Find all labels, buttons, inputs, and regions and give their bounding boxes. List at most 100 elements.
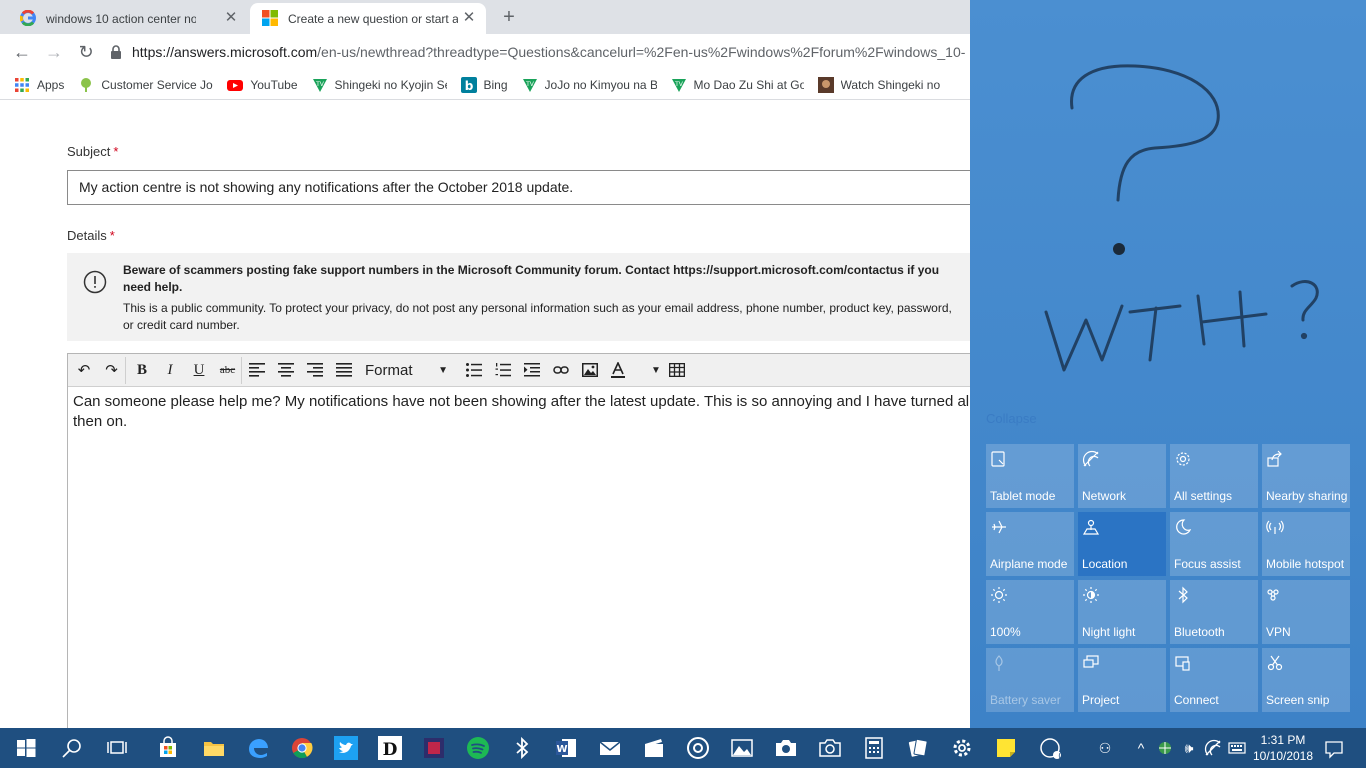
bold-icon[interactable]: B bbox=[128, 357, 156, 384]
sticky-notes-icon[interactable] bbox=[994, 736, 1018, 760]
quick-action-screen-snip[interactable]: Screen snip bbox=[1262, 648, 1350, 712]
quick-action-focus-assist[interactable]: Focus assist bbox=[1170, 512, 1258, 576]
undo-icon[interactable]: ↶ bbox=[70, 357, 98, 384]
edge-icon[interactable] bbox=[246, 736, 270, 760]
bookmark-jojo[interactable]: TV JoJo no Kimyou na Bo bbox=[522, 77, 657, 93]
quick-action-mobile-hotspot[interactable]: Mobile hotspot bbox=[1262, 512, 1350, 576]
strikethrough-icon[interactable]: abc bbox=[214, 357, 242, 384]
bookmark-youtube[interactable]: YouTube bbox=[227, 77, 298, 93]
quick-action-all-settings[interactable]: All settings bbox=[1170, 444, 1258, 508]
quick-action-nearby-sharing[interactable]: Nearby sharing bbox=[1262, 444, 1350, 508]
collapse-link[interactable]: Collapse bbox=[986, 411, 1037, 426]
windows-start-icon[interactable] bbox=[14, 736, 38, 760]
svg-text:TV: TV bbox=[525, 81, 535, 88]
required-marker: * bbox=[109, 228, 115, 243]
wifi-icon[interactable] bbox=[1204, 739, 1222, 757]
quick-action-airplane-mode[interactable]: Airplane mode bbox=[986, 512, 1074, 576]
tab-microsoft-community[interactable]: Create a new question or start a ✕ bbox=[250, 3, 486, 34]
word-icon[interactable]: W bbox=[554, 736, 578, 760]
bookmark-bing[interactable]: b Bing bbox=[460, 76, 508, 93]
rich-text-editor: ↶ ↷ B I U abc Format ▼ ▼ Can someone ple… bbox=[67, 353, 970, 728]
align-left-icon[interactable] bbox=[243, 357, 271, 384]
apps-grid-icon bbox=[15, 77, 29, 92]
tab-google-search[interactable]: windows 10 action center notific ✕ bbox=[8, 3, 248, 34]
underline-icon[interactable]: U bbox=[185, 357, 213, 384]
bookmark-shingeki[interactable]: TV Shingeki no Kyojin Se bbox=[312, 77, 447, 93]
task-view-icon[interactable] bbox=[106, 736, 130, 760]
quick-action-brightness[interactable]: 100% bbox=[986, 580, 1074, 644]
search-icon[interactable] bbox=[60, 736, 84, 760]
groove-music-icon[interactable] bbox=[686, 736, 710, 760]
twitter-icon[interactable] bbox=[334, 736, 358, 760]
quick-action-location[interactable]: Location bbox=[1078, 512, 1166, 576]
chevron-up-icon[interactable]: ^ bbox=[1132, 739, 1150, 757]
google-icon bbox=[20, 10, 36, 26]
app-d-icon[interactable]: D bbox=[378, 736, 402, 760]
bookmark-apps[interactable]: Apps bbox=[14, 77, 64, 93]
photos-icon[interactable] bbox=[730, 736, 754, 760]
quick-action-project[interactable]: Project bbox=[1078, 648, 1166, 712]
link-icon[interactable] bbox=[547, 357, 575, 384]
mail-icon[interactable] bbox=[598, 736, 622, 760]
tile-label: All settings bbox=[1174, 489, 1233, 503]
bookmark-customer-service[interactable]: Customer Service Job bbox=[78, 77, 213, 93]
close-tab-icon[interactable]: ✕ bbox=[222, 9, 240, 27]
solitaire-icon[interactable] bbox=[906, 736, 930, 760]
bluetooth-app-icon[interactable] bbox=[510, 736, 534, 760]
people-icon[interactable]: ⚇ bbox=[1096, 739, 1114, 757]
quick-action-connect[interactable]: Connect bbox=[1170, 648, 1258, 712]
chrome-icon[interactable] bbox=[290, 736, 314, 760]
subject-input[interactable]: My action centre is not showing any noti… bbox=[67, 170, 970, 205]
details-label-text: Details bbox=[67, 228, 107, 243]
browser-tab-strip: windows 10 action center notific ✕ Creat… bbox=[0, 0, 970, 34]
action-center-icon[interactable] bbox=[1324, 739, 1344, 759]
forward-arrow-icon[interactable]: → bbox=[42, 40, 66, 64]
close-tab-icon[interactable]: ✕ bbox=[460, 9, 478, 27]
image-icon[interactable] bbox=[576, 357, 604, 384]
volume-icon[interactable]: 🕪 bbox=[1180, 739, 1198, 757]
new-tab-button[interactable]: + bbox=[498, 6, 520, 28]
settings-gear-icon[interactable] bbox=[950, 736, 974, 760]
font-color-icon[interactable] bbox=[604, 357, 632, 384]
quick-action-vpn[interactable]: VPN bbox=[1262, 580, 1350, 644]
moon-icon bbox=[1176, 519, 1192, 535]
table-icon[interactable] bbox=[663, 357, 691, 384]
numbered-list-icon[interactable] bbox=[489, 357, 517, 384]
format-dropdown[interactable]: Format ▼ bbox=[358, 357, 458, 384]
bullet-list-icon[interactable] bbox=[460, 357, 488, 384]
quick-action-night-light[interactable]: Night light bbox=[1078, 580, 1166, 644]
address-bar[interactable]: https://answers.microsoft.com/en-us/newt… bbox=[110, 38, 970, 66]
justify-icon[interactable] bbox=[330, 357, 358, 384]
redo-icon[interactable]: ↷ bbox=[98, 357, 126, 384]
spotify-icon[interactable] bbox=[466, 736, 490, 760]
action-center-panel: Collapse Tablet mode Network All setting… bbox=[970, 0, 1366, 728]
indent-icon[interactable] bbox=[518, 357, 546, 384]
align-center-icon[interactable] bbox=[272, 357, 300, 384]
calculator-icon[interactable] bbox=[862, 736, 886, 760]
vpn-icon bbox=[1267, 589, 1279, 601]
quick-action-bluetooth[interactable]: Bluetooth bbox=[1170, 580, 1258, 644]
back-arrow-icon[interactable]: ← bbox=[10, 40, 34, 64]
editor-body[interactable]: Can someone please help me? My notificat… bbox=[73, 392, 970, 432]
keyboard-icon[interactable] bbox=[1228, 739, 1246, 757]
reload-icon[interactable]: ↻ bbox=[74, 40, 98, 64]
camera-app-icon[interactable] bbox=[774, 736, 798, 760]
tile-label: Airplane mode bbox=[990, 557, 1068, 571]
bookmark-mo-dao-zu-shi[interactable]: TV Mo Dao Zu Shi at Go bbox=[671, 77, 804, 93]
align-right-icon[interactable] bbox=[301, 357, 329, 384]
microsoft-store-icon[interactable] bbox=[156, 736, 180, 760]
browser-toolbar: ← → ↻ https://answers.microsoft.com/en-u… bbox=[0, 34, 970, 70]
media-app-icon[interactable] bbox=[422, 736, 446, 760]
file-explorer-icon[interactable] bbox=[202, 736, 226, 760]
tile-label: Network bbox=[1082, 489, 1127, 503]
camera-icon[interactable] bbox=[818, 736, 842, 760]
quick-action-network[interactable]: Network bbox=[1078, 444, 1166, 508]
quick-action-tablet-mode[interactable]: Tablet mode bbox=[986, 444, 1074, 508]
italic-icon[interactable]: I bbox=[156, 357, 184, 384]
quick-action-battery-saver[interactable]: Battery saver bbox=[986, 648, 1074, 712]
project-icon bbox=[1083, 655, 1099, 668]
movies-icon[interactable] bbox=[642, 736, 666, 760]
system-clock[interactable]: 1:31 PM 10/10/2018 bbox=[1248, 732, 1318, 764]
network-globe-icon[interactable] bbox=[1156, 739, 1174, 757]
bookmark-watch-shingeki[interactable]: Watch Shingeki no bbox=[817, 76, 940, 93]
